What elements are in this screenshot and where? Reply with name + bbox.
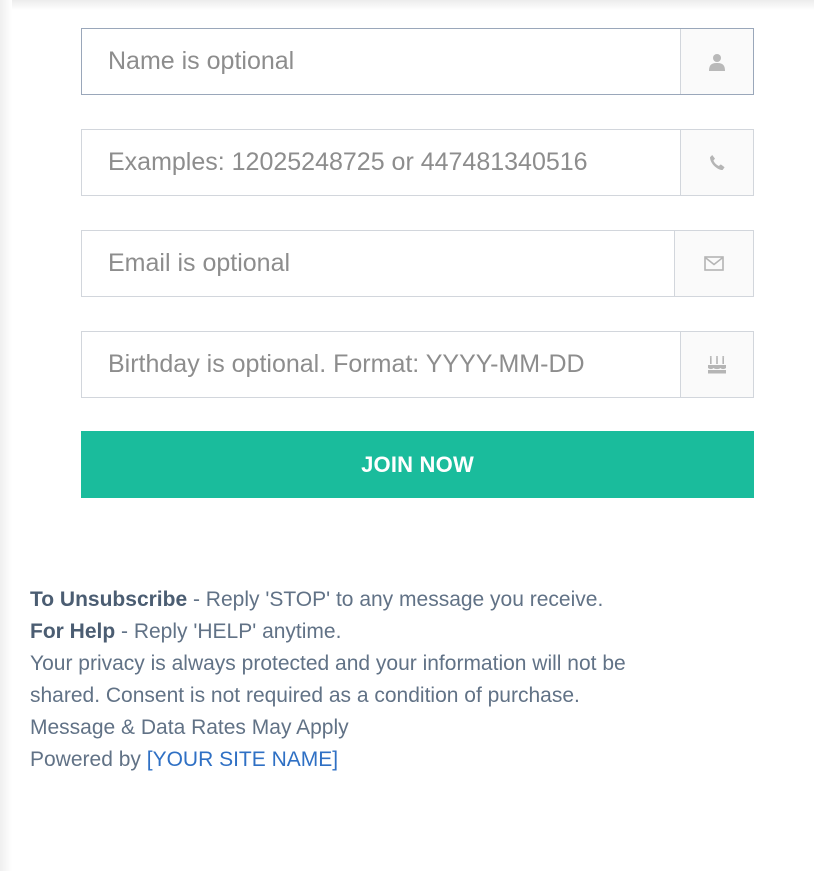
unsubscribe-line: To Unsubscribe - Reply 'STOP' to any mes… bbox=[30, 584, 790, 616]
name-field-group bbox=[81, 28, 754, 95]
powered-by-line: Powered by [YOUR SITE NAME] bbox=[30, 744, 790, 776]
name-input[interactable] bbox=[82, 29, 680, 94]
help-label: For Help bbox=[30, 620, 116, 643]
help-line: For Help - Reply 'HELP' anytime. bbox=[30, 616, 790, 648]
help-text: - Reply 'HELP' anytime. bbox=[115, 620, 342, 643]
footer-text: To Unsubscribe - Reply 'STOP' to any mes… bbox=[30, 584, 790, 776]
rates-line: Message & Data Rates May Apply bbox=[30, 716, 349, 739]
email-field-group bbox=[81, 230, 754, 297]
privacy-line-1: Your privacy is always protected and you… bbox=[30, 652, 626, 675]
unsubscribe-label: To Unsubscribe bbox=[30, 588, 188, 611]
signup-page: JOIN NOW To Unsubscribe - Reply 'STOP' t… bbox=[0, 0, 814, 871]
birthday-addon bbox=[680, 332, 753, 397]
birthday-cake-icon bbox=[708, 355, 726, 373]
phone-input[interactable] bbox=[82, 130, 680, 195]
email-addon bbox=[674, 231, 753, 296]
privacy-line-2: shared. Consent is not required as a con… bbox=[30, 684, 580, 707]
powered-by-prefix: Powered by bbox=[30, 748, 147, 771]
left-shadow bbox=[0, 0, 12, 871]
site-name-link[interactable]: [YOUR SITE NAME] bbox=[147, 748, 338, 771]
envelope-icon bbox=[704, 256, 724, 271]
signup-form: JOIN NOW bbox=[81, 28, 754, 498]
birthday-input[interactable] bbox=[82, 332, 680, 397]
phone-addon bbox=[680, 130, 753, 195]
user-icon bbox=[709, 53, 725, 71]
name-addon bbox=[680, 29, 753, 94]
birthday-field-group bbox=[81, 331, 754, 398]
unsubscribe-text: - Reply 'STOP' to any message you receiv… bbox=[187, 588, 604, 611]
top-shadow bbox=[0, 0, 814, 10]
email-input[interactable] bbox=[82, 231, 674, 296]
phone-icon bbox=[709, 155, 725, 170]
join-now-button[interactable]: JOIN NOW bbox=[81, 431, 754, 498]
phone-field-group bbox=[81, 129, 754, 196]
